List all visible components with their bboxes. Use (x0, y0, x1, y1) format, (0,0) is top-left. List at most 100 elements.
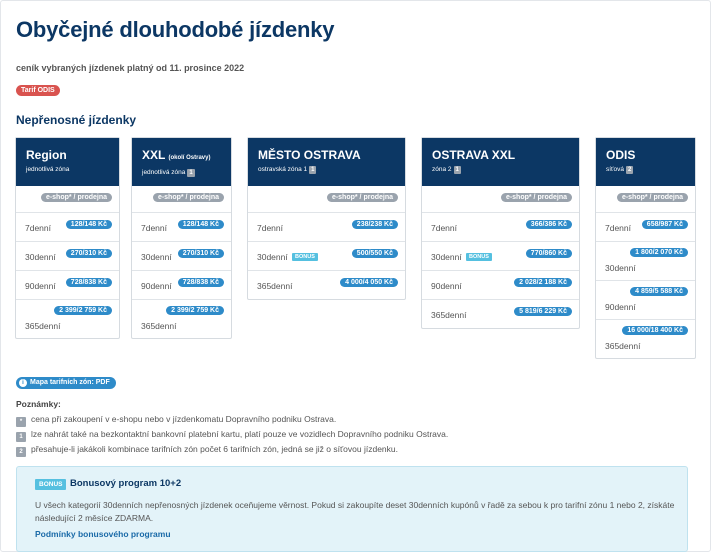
duration-label: 30denní (25, 252, 56, 262)
card-title: OSTRAVA XXL (432, 148, 516, 162)
duration-label: 90denní (605, 302, 636, 312)
card-zone-info: síťová 2 (606, 166, 634, 174)
price-row: 7denní 128/148 Kč (132, 212, 231, 241)
price-pill: 728/838 Kč (177, 278, 224, 287)
price-row: 30denní 270/310 Kč (16, 241, 119, 270)
price-pill: 5 819/6 229 Kč (514, 307, 572, 316)
price-row: 30denní BONUS 770/860 Kč (422, 241, 579, 270)
price-row: 2 399/2 759 Kč 365denní (16, 299, 119, 338)
sales-channel-pill: e-shop* / prodejna (40, 193, 112, 202)
duration-label: 30denní (431, 252, 462, 262)
duration-label: 365denní (257, 281, 293, 291)
price-row: 1 800/2 070 Kč 30denní (596, 241, 695, 280)
card-header: Region jednotlivá zóna (16, 138, 119, 186)
price-row: 365denní 4 000/4 050 Kč (248, 270, 405, 299)
price-row: 7denní 128/148 Kč (16, 212, 119, 241)
bonus-tag: BONUS (466, 253, 492, 261)
card-title: ODIS (606, 148, 636, 162)
price-row: 30denní 270/310 Kč (132, 241, 231, 270)
sales-channel-pill: e-shop* / prodejna (616, 193, 688, 202)
duration-label: 7denní (141, 223, 167, 233)
price-row: 90denní 728/838 Kč (16, 270, 119, 299)
sales-channel-row: e-shop* / prodejna (248, 186, 405, 212)
price-pill: 1 800/2 070 Kč (630, 248, 688, 257)
duration-label: 365denní (431, 310, 467, 320)
card-zone-info: jednotlivá zóna 1 (142, 169, 195, 177)
bonus-program-text: U všech kategorií 30denních nepřenosných… (35, 500, 675, 523)
price-row: 90denní 2 028/2 188 Kč (422, 270, 579, 299)
card-title: MĚSTO OSTRAVA (258, 148, 361, 162)
card-header: OSTRAVA XXL zóna 21 (422, 138, 579, 186)
price-pill: 128/148 Kč (177, 220, 224, 229)
note-marker: * (16, 417, 26, 427)
price-pill: 128/148 Kč (65, 220, 112, 229)
price-pill: 270/310 Kč (177, 249, 224, 258)
duration-label: 90denní (431, 281, 462, 291)
note-marker: 2 (16, 447, 26, 457)
card-title: XXL (okolí Ostravy) (142, 148, 211, 162)
duration-label: 30denní (257, 252, 288, 262)
price-pill: 770/860 Kč (525, 249, 572, 258)
duration-label: 90denní (141, 281, 172, 291)
price-row: 4 859/5 588 Kč 90denní (596, 280, 695, 319)
ticket-card-region: Region jednotlivá zóna e-shop* / prodejn… (15, 137, 120, 339)
price-row: 7denní 658/987 Kč (596, 212, 695, 241)
tariff-zone-map-link[interactable]: i Mapa tarifních zón: PDF (16, 377, 116, 389)
duration-label: 365denní (25, 321, 61, 331)
price-pill: 2 399/2 759 Kč (166, 306, 224, 315)
card-header: ODIS síťová 2 (596, 138, 695, 186)
duration-label: 365denní (141, 321, 177, 331)
card-zone-info: zóna 21 (432, 166, 461, 174)
section-title: Nepřenosné jízdenky (16, 113, 137, 127)
price-row: 30denní BONUS 500/550 Kč (248, 241, 405, 270)
price-pill: 4 000/4 050 Kč (340, 278, 398, 287)
footnote-marker: 2 (625, 166, 634, 174)
price-row: 365denní 5 819/6 229 Kč (422, 299, 579, 328)
page-title: Obyčejné dlouhodobé jízdenky (16, 17, 335, 42)
info-icon: i (19, 379, 27, 387)
duration-label: 30denní (605, 263, 636, 273)
price-row: 7denní 238/238 Kč (248, 212, 405, 241)
bonus-program-conditions-link[interactable]: Podmínky bonusového programu (35, 529, 171, 539)
sales-channel-pill: e-shop* / prodejna (500, 193, 572, 202)
notes-title: Poznámky: (16, 399, 61, 409)
price-pill: 16 000/18 400 Kč (622, 326, 688, 335)
sales-channel-pill: e-shop* / prodejna (326, 193, 398, 202)
sales-channel-pill: e-shop* / prodejna (152, 193, 224, 202)
sales-channel-row: e-shop* / prodejna (16, 186, 119, 212)
price-row: 7denní 366/386 Kč (422, 212, 579, 241)
price-pill: 500/550 Kč (351, 249, 398, 258)
price-pill: 728/838 Kč (65, 278, 112, 287)
bonus-program-box: BONUS Bonusový program 10+2 U všech kate… (16, 466, 688, 552)
note-item: 2 přesahuje-li jakákoli kombinace tarifní… (16, 444, 398, 457)
duration-label: 7denní (605, 223, 631, 233)
footnote-marker: 1 (187, 169, 195, 177)
ticket-card-xxl: XXL (okolí Ostravy) jednotlivá zóna 1 e-s… (131, 137, 232, 339)
price-pill: 238/238 Kč (351, 220, 398, 229)
bonus-program-title: Bonusový program 10+2 (70, 478, 182, 489)
price-row: 16 000/18 400 Kč 365denní (596, 319, 695, 358)
note-item: 1 lze nahrát také na bezkontaktní bankovn… (16, 429, 448, 442)
note-marker: 1 (16, 432, 26, 442)
price-pill: 366/386 Kč (525, 220, 572, 229)
note-item: * cena při zakoupení v e-shopu nebo v jíz… (16, 414, 336, 427)
footnote-marker: 1 (453, 166, 461, 174)
bonus-badge: BONUS (35, 479, 67, 490)
duration-label: 7denní (25, 223, 51, 233)
card-zone-info: ostravská zóna 11 (258, 166, 317, 174)
bonus-tag: BONUS (292, 253, 318, 261)
card-header: XXL (okolí Ostravy) jednotlivá zóna 1 (132, 138, 231, 186)
price-row: 90denní 728/838 Kč (132, 270, 231, 299)
price-pill: 658/987 Kč (641, 220, 688, 229)
price-pill: 270/310 Kč (65, 249, 112, 258)
duration-label: 30denní (141, 252, 172, 262)
duration-label: 7denní (257, 223, 283, 233)
price-pill: 2 399/2 759 Kč (54, 306, 112, 315)
duration-label: 7denní (431, 223, 457, 233)
duration-label: 90denní (25, 281, 56, 291)
footnote-marker: 1 (309, 166, 317, 174)
card-title: Region (26, 148, 67, 162)
sales-channel-row: e-shop* / prodejna (596, 186, 695, 212)
price-pill: 2 028/2 188 Kč (514, 278, 572, 287)
card-header: MĚSTO OSTRAVA ostravská zóna 11 (248, 138, 405, 186)
